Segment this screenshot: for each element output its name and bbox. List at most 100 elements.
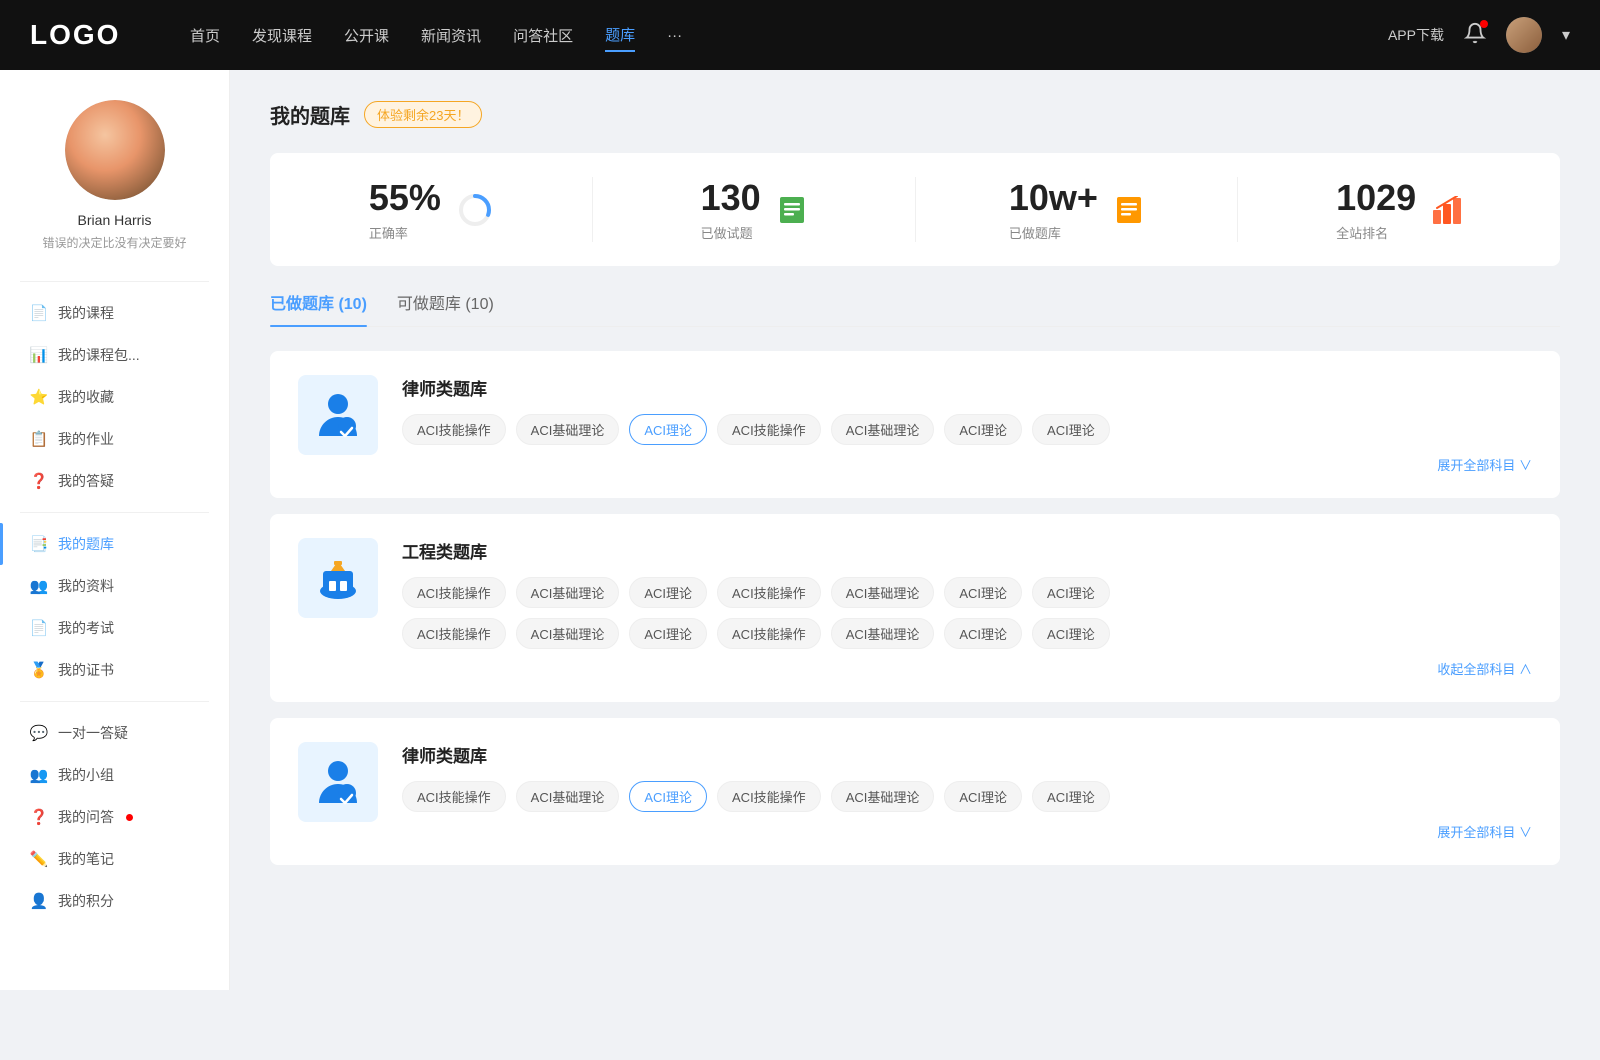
qbank-icon-lawyer-2 <box>298 742 378 822</box>
nav-item-qbank[interactable]: 题库 <box>605 19 635 52</box>
tag-eng2-basic-1[interactable]: ACI基础理论 <box>516 618 620 649</box>
tag-eng2-theory-3[interactable]: ACI理论 <box>1032 618 1110 649</box>
qbank-title-lawyer-2: 律师类题库 <box>402 742 1532 767</box>
sidebar-item-myqa[interactable]: ❓ 我的答疑 <box>0 460 229 502</box>
myexam-icon: 📄 <box>30 619 48 637</box>
sidebar-item-favorites[interactable]: ⭐ 我的收藏 <box>0 376 229 418</box>
tag-eng-basic-2[interactable]: ACI基础理论 <box>831 577 935 608</box>
tag-eng-ops-2[interactable]: ACI技能操作 <box>717 577 821 608</box>
tag-eng-ops-1[interactable]: ACI技能操作 <box>402 577 506 608</box>
sidebar-item-homework[interactable]: 📋 我的作业 <box>0 418 229 460</box>
tag-law2-basic-1[interactable]: ACI基础理论 <box>516 781 620 812</box>
stat-number-rank: 1029 <box>1336 177 1416 219</box>
tag-eng2-ops-1[interactable]: ACI技能操作 <box>402 618 506 649</box>
user-avatar[interactable] <box>1506 17 1542 53</box>
tag-aci-ops-2[interactable]: ACI技能操作 <box>717 414 821 445</box>
qbank-card-engineer: 工程类题库 ACI技能操作 ACI基础理论 ACI理论 ACI技能操作 ACI基… <box>270 514 1560 702</box>
collapse-link-engineer[interactable]: 收起全部科目 ∧ <box>402 659 1532 678</box>
tag-row-lawyer-2: ACI技能操作 ACI基础理论 ACI理论 ACI技能操作 ACI基础理论 AC… <box>402 781 1532 812</box>
sidebar-item-myanswer[interactable]: ❓ 我的问答 <box>0 796 229 838</box>
nav-item-qa[interactable]: 问答社区 <box>513 20 573 51</box>
sidebar-item-mycourse[interactable]: 📄 我的课程 <box>0 292 229 334</box>
stat-label-correct: 正确率 <box>369 223 441 242</box>
oneone-icon: 💬 <box>30 724 48 742</box>
tab-done-banks[interactable]: 已做题库 (10) <box>270 290 367 326</box>
stat-number-correct: 55% <box>369 177 441 219</box>
tag-eng2-basic-2[interactable]: ACI基础理论 <box>831 618 935 649</box>
sidebar-item-mypoints[interactable]: 👤 我的积分 <box>0 880 229 922</box>
sidebar: Brian Harris 错误的决定比没有决定要好 📄 我的课程 📊 我的课程包… <box>0 70 230 990</box>
mygroup-icon: 👥 <box>30 766 48 784</box>
sidebar-label-mycourse: 我的课程 <box>58 303 114 323</box>
sidebar-label-favorites: 我的收藏 <box>58 387 114 407</box>
tag-law2-basic-2[interactable]: ACI基础理论 <box>831 781 935 812</box>
sidebar-item-mycert[interactable]: 🏅 我的证书 <box>0 649 229 691</box>
qbank-icon: 📑 <box>30 535 48 553</box>
sidebar-item-myexam[interactable]: 📄 我的考试 <box>0 607 229 649</box>
stat-value-exercises: 130 已做试题 <box>701 177 761 242</box>
sidebar-item-mygroup[interactable]: 👥 我的小组 <box>0 754 229 796</box>
profile-avatar <box>65 100 165 200</box>
tag-row-engineer-1: ACI技能操作 ACI基础理论 ACI理论 ACI技能操作 ACI基础理论 AC… <box>402 577 1532 608</box>
tag-eng-theory-3[interactable]: ACI理论 <box>1032 577 1110 608</box>
stat-label-banks: 已做题库 <box>1009 223 1098 242</box>
qbank-title-lawyer-1: 律师类题库 <box>402 375 1532 400</box>
tag-law2-ops-1[interactable]: ACI技能操作 <box>402 781 506 812</box>
app-download-button[interactable]: APP下载 <box>1388 25 1444 45</box>
tag-law2-theory-active[interactable]: ACI理论 <box>629 781 707 812</box>
sidebar-item-oneone[interactable]: 💬 一对一答疑 <box>0 712 229 754</box>
nav-item-more[interactable]: ··· <box>667 22 682 49</box>
page-title: 我的题库 <box>270 100 350 129</box>
sidebar-label-mynotes: 我的笔记 <box>58 849 114 869</box>
tab-available-banks[interactable]: 可做题库 (10) <box>397 290 494 326</box>
tag-aci-basic-1[interactable]: ACI基础理论 <box>516 414 620 445</box>
notification-bell-icon[interactable] <box>1464 22 1486 49</box>
tag-law2-theory-3[interactable]: ACI理论 <box>1032 781 1110 812</box>
sidebar-label-myexam: 我的考试 <box>58 618 114 638</box>
nav-item-discover[interactable]: 发现课程 <box>252 20 312 51</box>
favorites-icon: ⭐ <box>30 388 48 406</box>
tag-aci-basic-2[interactable]: ACI基础理论 <box>831 414 935 445</box>
user-dropdown-icon[interactable]: ▾ <box>1562 25 1570 45</box>
sidebar-item-mynotes[interactable]: ✏️ 我的笔记 <box>0 838 229 880</box>
tag-law2-theory-2[interactable]: ACI理论 <box>944 781 1022 812</box>
expand-link-lawyer-2[interactable]: 展开全部科目 ∨ <box>402 822 1532 841</box>
sidebar-label-myanswer: 我的问答 <box>58 807 114 827</box>
sidebar-item-qbank[interactable]: 📑 我的题库 <box>0 523 229 565</box>
sidebar-divider-2 <box>20 701 209 702</box>
tag-aci-theory-3[interactable]: ACI理论 <box>1032 414 1110 445</box>
stat-done-exercises: 130 已做试题 <box>593 177 916 242</box>
sidebar-label-coursepack: 我的课程包... <box>58 345 140 365</box>
stat-correct-rate: 55% 正确率 <box>270 177 593 242</box>
nav-item-home[interactable]: 首页 <box>190 20 220 51</box>
exercises-icon <box>777 195 807 225</box>
sidebar-item-mydata[interactable]: 👥 我的资料 <box>0 565 229 607</box>
tag-eng-theory-2[interactable]: ACI理论 <box>944 577 1022 608</box>
nav-item-opencourse[interactable]: 公开课 <box>344 20 389 51</box>
sidebar-item-coursepack[interactable]: 📊 我的课程包... <box>0 334 229 376</box>
tag-aci-theory-active-1[interactable]: ACI理论 <box>629 414 707 445</box>
tag-eng2-theory-2[interactable]: ACI理论 <box>944 618 1022 649</box>
expand-link-lawyer-1[interactable]: 展开全部科目 ∨ <box>402 455 1532 474</box>
nav-item-news[interactable]: 新闻资讯 <box>421 20 481 51</box>
qbank-title-engineer: 工程类题库 <box>402 538 1532 563</box>
stat-done-banks: 10w+ 已做题库 <box>916 177 1239 242</box>
tag-eng2-theory-1[interactable]: ACI理论 <box>629 618 707 649</box>
main-content: 我的题库 体验剩余23天！ 55% 正确率 <box>230 70 1600 990</box>
tag-eng2-ops-2[interactable]: ACI技能操作 <box>717 618 821 649</box>
banks-icon <box>1114 195 1144 225</box>
profile-motto: 错误的决定比没有决定要好 <box>20 234 209 251</box>
tag-aci-theory-2[interactable]: ACI理论 <box>944 414 1022 445</box>
sidebar-divider-top <box>20 281 209 282</box>
profile-name: Brian Harris <box>20 212 209 228</box>
page-wrapper: Brian Harris 错误的决定比没有决定要好 📄 我的课程 📊 我的课程包… <box>0 70 1600 990</box>
sidebar-label-mycert: 我的证书 <box>58 660 114 680</box>
stat-label-exercises: 已做试题 <box>701 223 761 242</box>
qbank-icon-engineer <box>298 538 378 618</box>
tag-eng-theory-1[interactable]: ACI理论 <box>629 577 707 608</box>
tag-eng-basic-1[interactable]: ACI基础理论 <box>516 577 620 608</box>
qbank-content-lawyer-1: 律师类题库 ACI技能操作 ACI基础理论 ACI理论 ACI技能操作 ACI基… <box>402 375 1532 474</box>
tag-law2-ops-2[interactable]: ACI技能操作 <box>717 781 821 812</box>
tag-aci-ops-1[interactable]: ACI技能操作 <box>402 414 506 445</box>
stat-label-rank: 全站排名 <box>1336 223 1416 242</box>
